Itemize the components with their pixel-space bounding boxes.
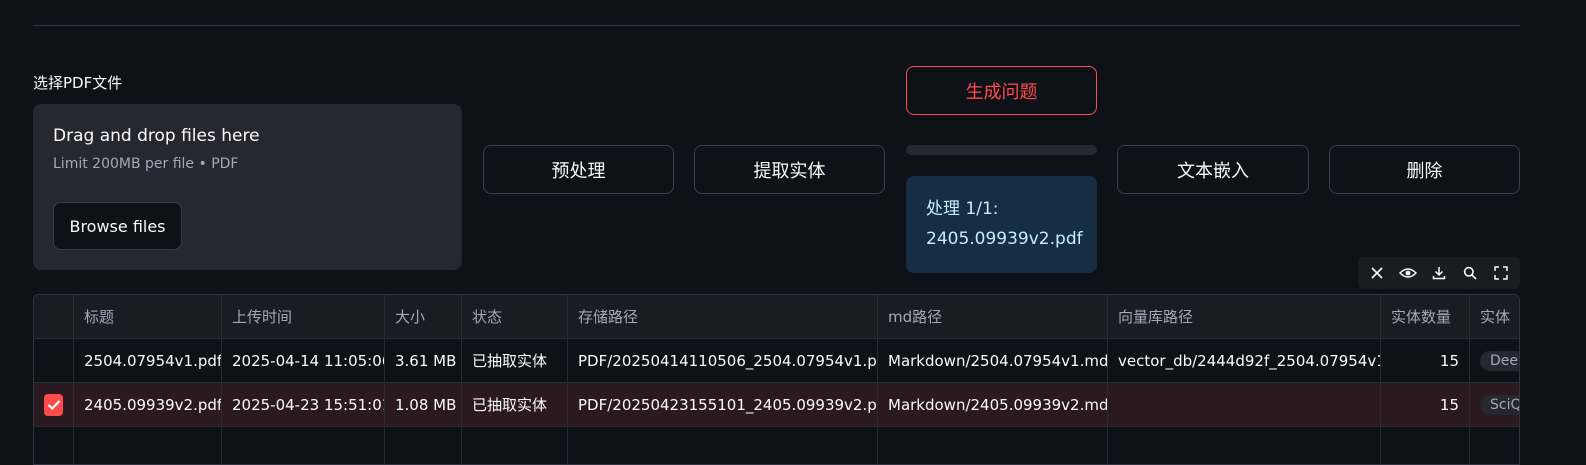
col-header-md-path[interactable]: md路径 — [878, 295, 1108, 338]
cell-storage-path[interactable]: PDF/20250414110506_2504.07954v1.pdf — [568, 339, 878, 382]
cell-title[interactable]: 2504.07954v1.pdf — [74, 339, 222, 382]
row-select-cell[interactable] — [34, 339, 74, 382]
col-header-title[interactable]: 标题 — [74, 295, 222, 338]
cell-upload-time[interactable]: 2025-04-23 15:51:01 — [222, 383, 385, 426]
empty-cell[interactable] — [222, 427, 385, 464]
row-select-cell[interactable] — [34, 383, 74, 426]
empty-cell[interactable] — [878, 427, 1108, 464]
col-header-select — [34, 295, 74, 338]
cell-entity[interactable]: Deep — [1470, 339, 1519, 382]
cell-size[interactable]: 1.08 MB — [385, 383, 462, 426]
cell-entity[interactable]: SciQ — [1470, 383, 1519, 426]
fullscreen-icon[interactable] — [1489, 261, 1513, 285]
close-icon[interactable] — [1365, 261, 1389, 285]
status-info-box: 处理 1/1: 2405.09939v2.pdf — [906, 176, 1097, 273]
status-line-2: 2405.09939v2.pdf — [926, 229, 1083, 249]
col-header-entity[interactable]: 实体 — [1470, 295, 1519, 338]
cell-md-path[interactable]: Markdown/2405.09939v2.md — [878, 383, 1108, 426]
empty-cell[interactable] — [1108, 427, 1381, 464]
cell-upload-time[interactable]: 2025-04-14 11:05:06 — [222, 339, 385, 382]
table-row[interactable]: 2504.07954v1.pdf 2025-04-14 11:05:06 3.6… — [34, 339, 1519, 383]
col-header-storage-path[interactable]: 存储路径 — [568, 295, 878, 338]
table-row-empty[interactable] — [34, 427, 1519, 464]
progress-bar — [906, 145, 1097, 155]
col-header-upload-time[interactable]: 上传时间 — [222, 295, 385, 338]
table-row[interactable]: 2405.09939v2.pdf 2025-04-23 15:51:01 1.0… — [34, 383, 1519, 427]
preprocess-button[interactable]: 预处理 — [483, 145, 674, 194]
empty-cell[interactable] — [568, 427, 878, 464]
cell-title[interactable]: 2405.09939v2.pdf — [74, 383, 222, 426]
cell-size[interactable]: 3.61 MB — [385, 339, 462, 382]
entity-pill: Deep — [1480, 350, 1519, 371]
dropzone-limit: Limit 200MB per file • PDF — [53, 156, 239, 172]
cell-status[interactable]: 已抽取实体 — [462, 339, 568, 382]
cell-storage-path[interactable]: PDF/20250423155101_2405.09939v2.pdf — [568, 383, 878, 426]
cell-entity-count[interactable]: 15 — [1381, 383, 1470, 426]
cell-md-path[interactable]: Markdown/2504.07954v1.md — [878, 339, 1108, 382]
search-icon[interactable] — [1458, 261, 1482, 285]
col-header-entity-count[interactable]: 实体数量 — [1381, 295, 1470, 338]
check-icon — [47, 399, 60, 410]
cell-vector-path[interactable]: vector_db/2444d92f_2504.07954v1 — [1108, 339, 1381, 382]
empty-cell[interactable] — [34, 427, 74, 464]
download-icon[interactable] — [1427, 261, 1451, 285]
dropzone-title: Drag and drop files here — [53, 126, 260, 146]
uploader-label: 选择PDF文件 — [33, 74, 123, 92]
cell-vector-path[interactable] — [1108, 383, 1381, 426]
col-header-vector-path[interactable]: 向量库路径 — [1108, 295, 1381, 338]
col-header-size[interactable]: 大小 — [385, 295, 462, 338]
empty-cell[interactable] — [385, 427, 462, 464]
browse-files-button[interactable]: Browse files — [53, 202, 182, 250]
text-embed-button[interactable]: 文本嵌入 — [1117, 145, 1309, 194]
table-toolbar — [1358, 257, 1520, 289]
top-divider — [33, 25, 1520, 26]
generate-questions-button[interactable]: 生成问题 — [906, 66, 1097, 115]
empty-cell[interactable] — [74, 427, 222, 464]
delete-button[interactable]: 删除 — [1329, 145, 1520, 194]
file-dropzone[interactable]: Drag and drop files here Limit 200MB per… — [33, 104, 462, 270]
table-header-row: 标题 上传时间 大小 状态 存储路径 md路径 向量库路径 实体数量 实体 — [34, 295, 1519, 339]
empty-cell[interactable] — [1381, 427, 1470, 464]
eye-icon[interactable] — [1396, 261, 1420, 285]
cell-entity-count[interactable]: 15 — [1381, 339, 1470, 382]
cell-status[interactable]: 已抽取实体 — [462, 383, 568, 426]
row-checkbox[interactable] — [44, 393, 63, 416]
files-table: 标题 上传时间 大小 状态 存储路径 md路径 向量库路径 实体数量 实体 25… — [33, 294, 1520, 465]
status-line-1: 处理 1/1: — [926, 199, 999, 219]
col-header-status[interactable]: 状态 — [462, 295, 568, 338]
empty-cell[interactable] — [1470, 427, 1519, 464]
extract-entities-button[interactable]: 提取实体 — [694, 145, 885, 194]
entity-pill: SciQ — [1480, 394, 1519, 415]
empty-cell[interactable] — [462, 427, 568, 464]
